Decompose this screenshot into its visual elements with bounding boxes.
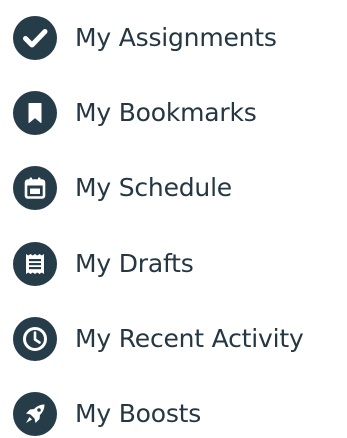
calendar-icon <box>13 166 57 210</box>
menu-item-label: My Recent Activity <box>75 324 304 353</box>
rocket-icon <box>13 392 57 436</box>
menu-item-label: My Drafts <box>75 249 194 278</box>
menu-item-label: My Bookmarks <box>75 98 257 127</box>
my-menu: My Assignments My Bookmarks My Schedule <box>0 0 347 438</box>
menu-item-my-bookmarks[interactable]: My Bookmarks <box>13 90 257 136</box>
menu-item-label: My Assignments <box>75 23 277 52</box>
menu-item-my-drafts[interactable]: My Drafts <box>13 241 194 287</box>
menu-item-my-schedule[interactable]: My Schedule <box>13 165 232 211</box>
menu-item-label: My Schedule <box>75 173 232 202</box>
check-icon <box>13 16 57 60</box>
drafts-icon <box>13 242 57 286</box>
menu-item-my-assignments[interactable]: My Assignments <box>13 15 277 61</box>
bookmark-icon <box>13 91 57 135</box>
menu-item-my-boosts[interactable]: My Boosts <box>13 391 201 437</box>
menu-item-my-recent-activity[interactable]: My Recent Activity <box>13 316 304 362</box>
menu-item-label: My Boosts <box>75 399 202 428</box>
clock-icon <box>13 317 57 361</box>
